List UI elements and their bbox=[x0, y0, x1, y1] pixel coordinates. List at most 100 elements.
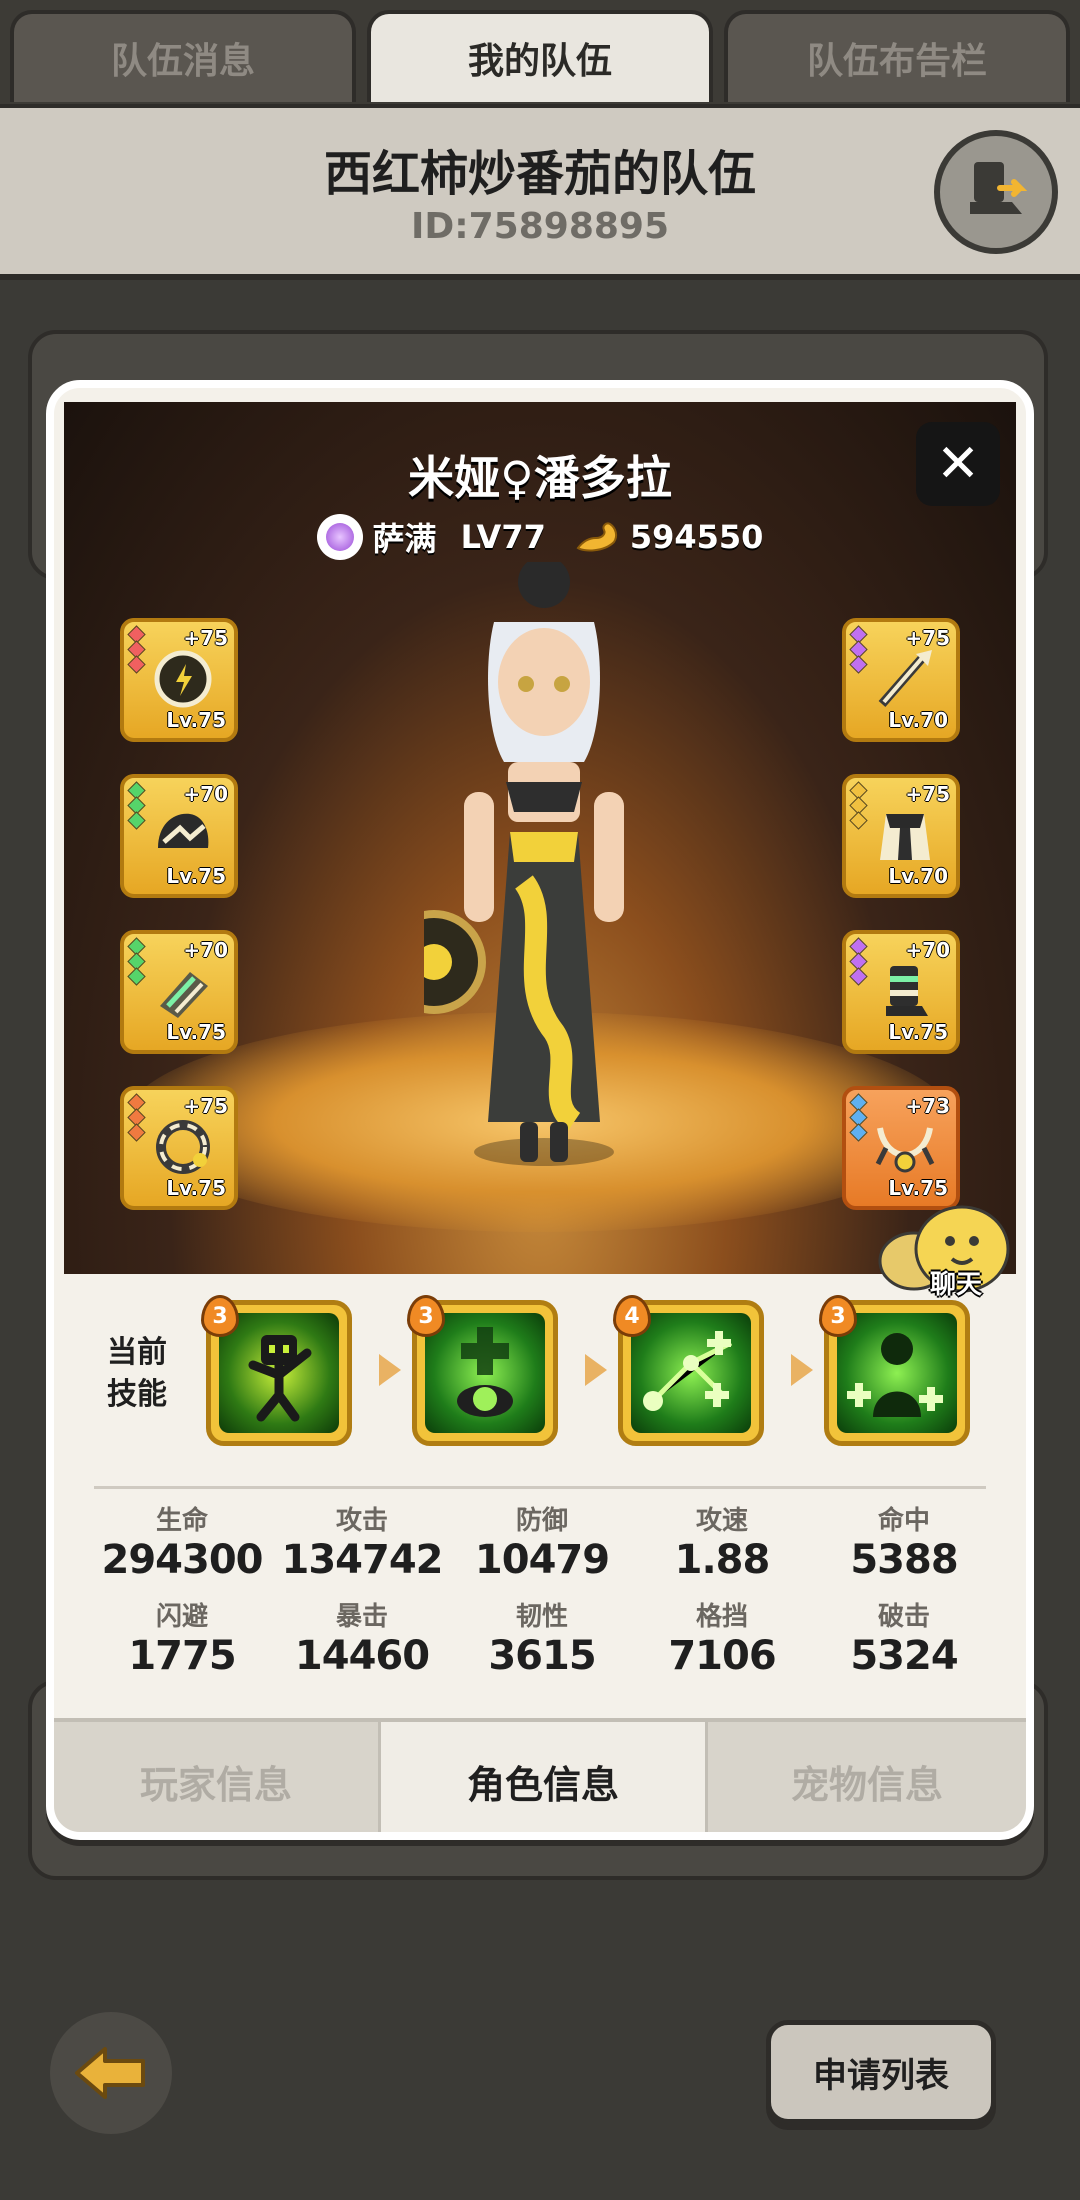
item-level: Lv.70 bbox=[888, 864, 948, 888]
star-pips bbox=[849, 781, 868, 830]
equipment-slot-left-4[interactable]: +75 Lv.75 bbox=[120, 1086, 238, 1210]
tab-team-bulletin[interactable]: 队伍布告栏 bbox=[724, 10, 1070, 102]
equipment-slot-right-4[interactable]: +73 Lv.75 bbox=[842, 1086, 960, 1210]
stat-defense: 防御 10479 bbox=[454, 1500, 630, 1583]
character-name: 米娅♀潘多拉 bbox=[408, 451, 672, 505]
skill-arrow bbox=[585, 1354, 607, 1386]
stat-value: 5324 bbox=[850, 1633, 958, 1679]
skills-label-line-1: 当前 bbox=[107, 1335, 167, 1370]
chat-label: 聊天 bbox=[930, 1270, 983, 1300]
gloves-icon bbox=[160, 972, 208, 1018]
helmet-icon bbox=[158, 813, 209, 848]
stat-accuracy: 命中 5388 bbox=[816, 1500, 992, 1583]
skill-level-badge: 3 bbox=[819, 1295, 857, 1337]
team-title: 西红柿炒番茄的队伍 bbox=[323, 146, 756, 202]
star-pips bbox=[849, 1093, 868, 1142]
stat-value: 1775 bbox=[128, 1633, 236, 1679]
skill-slot-1[interactable]: 3 bbox=[201, 1295, 352, 1446]
back-arrow-icon bbox=[75, 2047, 145, 2099]
star-pips bbox=[127, 1093, 146, 1142]
stat-value: 1.88 bbox=[674, 1537, 771, 1583]
stat-value: 134742 bbox=[281, 1537, 444, 1583]
team-id: ID:75898895 bbox=[410, 206, 670, 247]
info-tab-bar: 玩家信息 角色信息 宠物信息 bbox=[54, 1718, 1026, 1832]
stat-toughness: 韧性 3615 bbox=[454, 1596, 630, 1679]
equipment-slot-left-1[interactable]: +75 Lv.75 bbox=[120, 618, 238, 742]
stat-value: 5388 bbox=[850, 1537, 958, 1583]
enhance-level: +75 bbox=[183, 1094, 228, 1118]
apply-list-button[interactable]: 申请列表 bbox=[766, 2020, 996, 2124]
skill-slot-3[interactable]: 4 bbox=[613, 1295, 764, 1446]
character-level: LV77 bbox=[460, 518, 546, 556]
stat-hp: 生命 294300 bbox=[94, 1500, 270, 1583]
enhance-level: +73 bbox=[905, 1094, 950, 1118]
stat-label: 韧性 bbox=[515, 1602, 568, 1632]
enhance-level: +75 bbox=[905, 782, 950, 806]
divider bbox=[94, 1486, 986, 1489]
stat-attack: 攻击 134742 bbox=[274, 1500, 450, 1583]
group-heal-icon bbox=[837, 1313, 957, 1433]
stat-label: 格挡 bbox=[695, 1602, 748, 1632]
skill-arrow bbox=[791, 1354, 813, 1386]
stat-label: 生命 bbox=[155, 1506, 208, 1536]
character-meta: 萨满 LV77 594550 bbox=[64, 514, 1016, 560]
stat-armor-break: 破击 5324 bbox=[816, 1596, 992, 1679]
power-arm-icon bbox=[576, 522, 617, 552]
item-level: Lv.75 bbox=[166, 1020, 226, 1044]
skill-level-badge: 3 bbox=[201, 1295, 239, 1337]
equipment-slot-right-3[interactable]: +70 Lv.75 bbox=[842, 930, 960, 1054]
enhance-level: +70 bbox=[905, 938, 950, 962]
stat-dodge: 闪避 1775 bbox=[94, 1596, 270, 1679]
stat-label: 防御 bbox=[515, 1506, 568, 1536]
equipment-slot-right-2[interactable]: +75 Lv.70 bbox=[842, 774, 960, 898]
equipment-slot-right-1[interactable]: +75 Lv.70 bbox=[842, 618, 960, 742]
staff-icon bbox=[878, 650, 932, 707]
star-pips bbox=[849, 937, 868, 986]
necklace-icon bbox=[875, 1127, 935, 1173]
star-pips bbox=[127, 625, 146, 674]
switch-team-button[interactable] bbox=[934, 130, 1058, 254]
stat-attack-speed: 攻速 1.88 bbox=[634, 1500, 810, 1583]
stat-value: 14460 bbox=[294, 1633, 430, 1679]
current-skills-label: 当前 技能 bbox=[92, 1332, 182, 1416]
back-button[interactable] bbox=[50, 2012, 172, 2134]
star-pips bbox=[849, 625, 868, 674]
armor-icon bbox=[880, 814, 930, 860]
tab-my-team[interactable]: 我的队伍 bbox=[367, 10, 713, 102]
stat-label: 暴击 bbox=[335, 1602, 388, 1632]
enhance-level: +70 bbox=[183, 938, 228, 962]
stat-block: 格挡 7106 bbox=[634, 1596, 810, 1679]
skill-slot-4[interactable]: 3 bbox=[819, 1295, 970, 1446]
stat-value: 294300 bbox=[101, 1537, 264, 1583]
enhance-level: +75 bbox=[183, 626, 228, 650]
stat-label: 攻击 bbox=[335, 1506, 388, 1536]
boot-swap-icon bbox=[970, 162, 1028, 214]
stat-value: 10479 bbox=[474, 1537, 610, 1583]
star-pips bbox=[127, 781, 146, 830]
character-model bbox=[424, 562, 624, 1166]
tab-player-info[interactable]: 玩家信息 bbox=[54, 1722, 378, 1832]
item-level: Lv.75 bbox=[888, 1020, 948, 1044]
equipment-slot-left-2[interactable]: +70 Lv.75 bbox=[120, 774, 238, 898]
heal-chain-icon bbox=[631, 1313, 751, 1433]
skill-level-badge: 3 bbox=[407, 1295, 445, 1337]
item-level: Lv.70 bbox=[888, 708, 948, 732]
boots-icon bbox=[886, 966, 928, 1016]
skill-slot-2[interactable]: 3 bbox=[407, 1295, 558, 1446]
skills-label-line-2: 技能 bbox=[107, 1377, 167, 1412]
ring-icon bbox=[156, 1120, 210, 1174]
equipment-slot-left-3[interactable]: +70 Lv.75 bbox=[120, 930, 238, 1054]
tab-team-messages[interactable]: 队伍消息 bbox=[10, 10, 356, 102]
tab-character-info[interactable]: 角色信息 bbox=[378, 1722, 708, 1832]
character-class: 萨满 bbox=[372, 520, 437, 558]
stat-value: 7106 bbox=[668, 1633, 776, 1679]
star-pips bbox=[127, 937, 146, 986]
shaman-class-icon bbox=[316, 514, 363, 560]
stat-label: 破击 bbox=[877, 1602, 930, 1632]
stat-value: 3615 bbox=[488, 1633, 596, 1679]
character-detail-modal: ✕ 米娅♀潘多拉 萨满 LV77 594550 +75 Lv.75 +70 Lv… bbox=[46, 380, 1034, 1840]
dancing-figure-icon bbox=[219, 1313, 339, 1433]
character-scene: ✕ 米娅♀潘多拉 萨满 LV77 594550 +75 Lv.75 +70 Lv… bbox=[64, 402, 1016, 1274]
stat-label: 攻速 bbox=[695, 1506, 748, 1536]
tab-pet-info[interactable]: 宠物信息 bbox=[708, 1722, 1026, 1832]
